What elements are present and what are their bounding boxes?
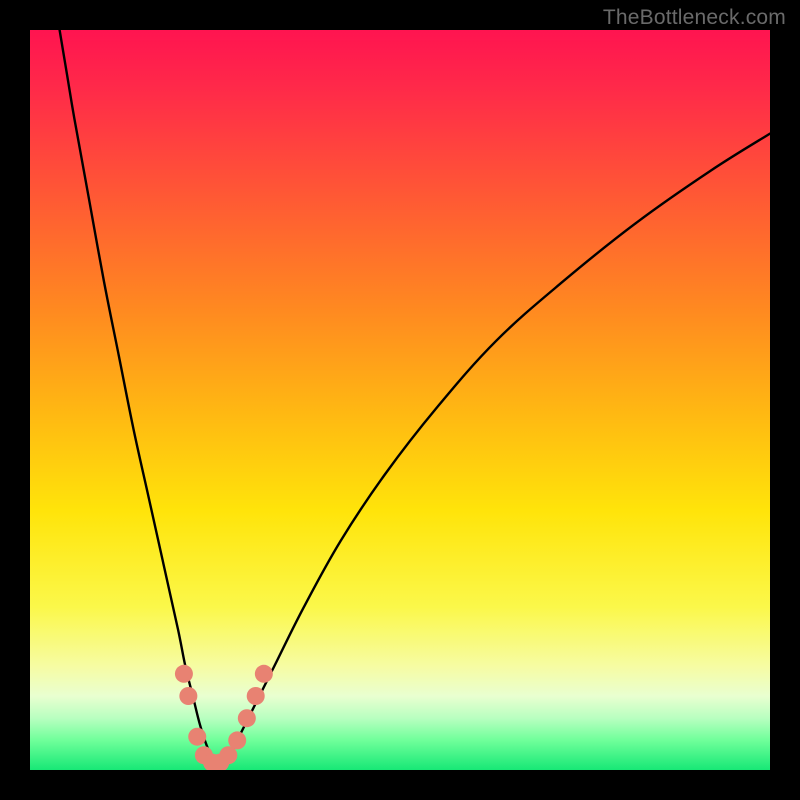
chart-frame: TheBottleneck.com <box>0 0 800 800</box>
watermark-text: TheBottleneck.com <box>603 6 786 30</box>
gradient-background <box>30 30 770 770</box>
plot-area <box>30 30 770 770</box>
